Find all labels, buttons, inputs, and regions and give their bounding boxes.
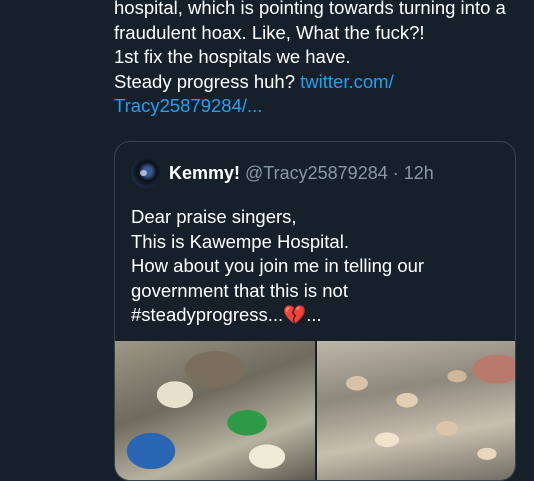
quoted-line: Dear praise singers, (131, 206, 297, 227)
tweet-line: Steady progress huh? twitter.com/ (114, 70, 524, 95)
avatar[interactable] (131, 158, 161, 188)
timestamp[interactable]: 12h (404, 163, 434, 184)
tweet-link-part1[interactable]: twitter.com/ (300, 71, 394, 92)
hashtag: #steadyprogress... (131, 304, 284, 325)
separator-dot: · (392, 162, 399, 183)
broken-heart-icon: 💔 (283, 304, 307, 325)
tweet-text: hospital, which is pointing towards turn… (114, 0, 524, 119)
quoted-line: #steadyprogress...💔... (131, 303, 501, 328)
tweet-line: fraudulent hoax. Like, What the fuck?! (114, 21, 425, 43)
hospital-photo-right[interactable] (317, 341, 515, 480)
tweet-line-text: Steady progress huh? (114, 70, 301, 92)
quoted-line: How about you join me in telling our (131, 255, 425, 276)
user-handle[interactable]: @Tracy25879284 (245, 163, 388, 184)
quoted-tweet-text: Dear praise singers, This is Kawempe Hos… (131, 205, 501, 328)
tweet-link-part2[interactable]: Tracy25879284/... (114, 94, 524, 119)
quoted-tweet-header: Kemmy! @Tracy25879284 · 12h (131, 156, 434, 190)
tweet-line: hospital, which is pointing towards turn… (114, 0, 506, 18)
tweet-line: 1st fix the hospitals we have. (114, 46, 351, 67)
display-name[interactable]: Kemmy! (169, 163, 240, 184)
quoted-line: This is Kawempe Hospital. (131, 230, 349, 252)
media-grid (115, 341, 515, 480)
hospital-photo-left[interactable] (115, 341, 315, 480)
quoted-line: government that this is not (131, 279, 348, 301)
quoted-tweet-card[interactable]: Kemmy! @Tracy25879284 · 12h Dear praise … (114, 141, 516, 481)
ellipsis: ... (306, 304, 322, 325)
